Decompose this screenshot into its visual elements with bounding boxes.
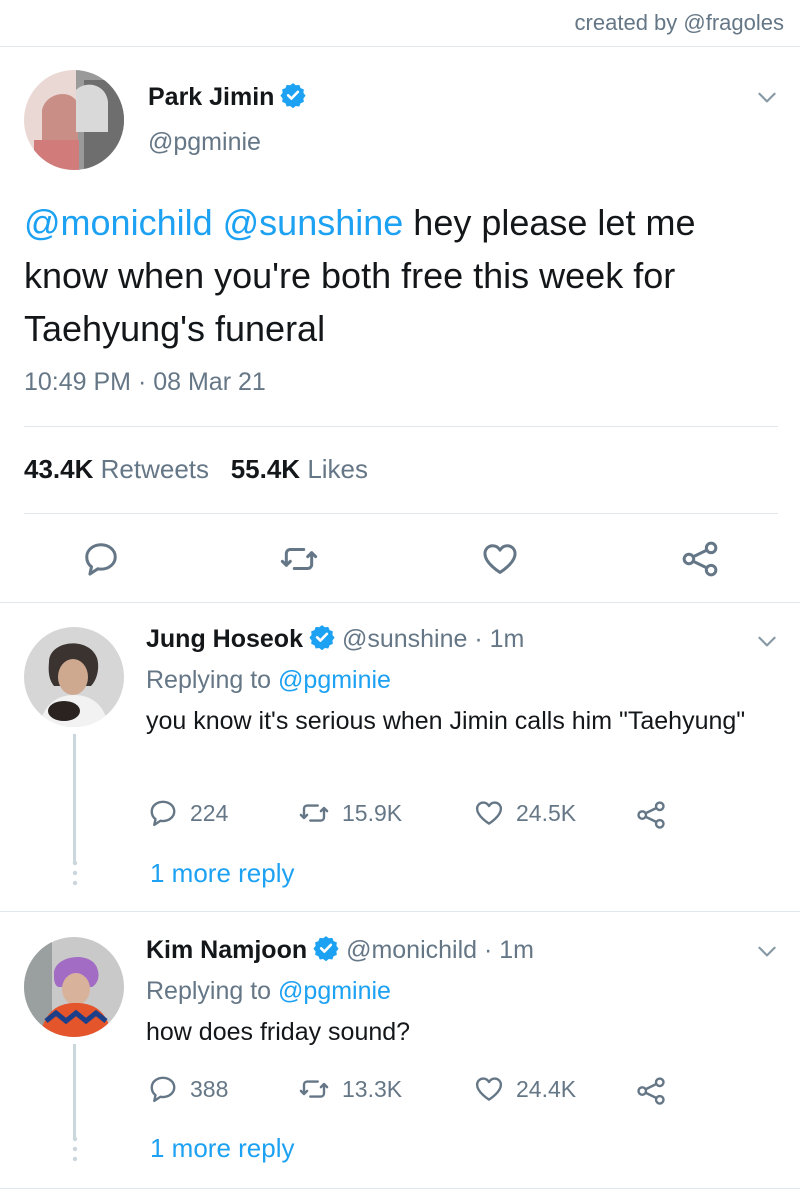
mention-link[interactable]: @monichild xyxy=(24,202,213,243)
reply-text: you know it's serious when Jimin calls h… xyxy=(146,707,746,735)
reply-text: how does friday sound? xyxy=(146,1018,411,1046)
retweets-label: Retweets xyxy=(100,454,210,484)
author-handle[interactable]: @pgminie xyxy=(148,128,261,157)
replying-label: Replying to xyxy=(146,977,272,1005)
tweet-stats: 43.4K Retweets 55.4K Likes xyxy=(24,454,368,485)
reply-icon[interactable] xyxy=(82,540,120,578)
more-replies-link[interactable]: 1 more reply xyxy=(150,1133,295,1164)
reply-count: 388 xyxy=(190,1075,229,1102)
creator-credit: created by @fragoles xyxy=(574,10,784,35)
reply-icon xyxy=(148,1074,178,1104)
author-name[interactable]: Kim Namjoon xyxy=(146,936,307,964)
separator-dot: · xyxy=(477,936,500,964)
tweet-text: @monichild @sunshine hey please let me k… xyxy=(24,196,764,355)
author-name[interactable]: Park Jimin xyxy=(148,82,306,112)
share-icon[interactable] xyxy=(636,800,666,830)
replying-label: Replying to xyxy=(146,666,272,694)
replying-to: Replying to @pgminie xyxy=(146,666,391,695)
retweet-action[interactable]: 13.3K xyxy=(298,1074,402,1104)
divider xyxy=(0,46,800,47)
retweet-count: 15.9K xyxy=(342,799,403,826)
tweet-timestamp[interactable]: 10:49 PM · 08 Mar 21 xyxy=(24,368,266,397)
mention-link[interactable]: @pgminie xyxy=(278,666,391,694)
divider xyxy=(0,911,800,912)
mention-link[interactable]: @sunshine xyxy=(223,202,404,243)
like-action[interactable]: 24.4K xyxy=(474,1074,576,1104)
thread-line xyxy=(73,734,76,862)
avatar[interactable] xyxy=(24,70,124,170)
reply-age[interactable]: 1m xyxy=(499,936,534,964)
chevron-down-icon[interactable] xyxy=(754,938,780,964)
mention-link[interactable]: @pgminie xyxy=(278,977,391,1005)
like-count: 24.4K xyxy=(516,1075,577,1102)
chevron-down-icon[interactable] xyxy=(754,84,780,110)
more-replies-link[interactable]: 1 more reply xyxy=(150,858,295,889)
reply-action[interactable]: 224 xyxy=(148,798,228,828)
author-handle[interactable]: @monichild xyxy=(346,936,477,964)
divider xyxy=(24,426,778,427)
author-handle[interactable]: @sunshine xyxy=(342,625,467,653)
thread-dots-icon xyxy=(72,860,78,886)
retweets-count: 43.4K xyxy=(24,454,94,484)
thread-line xyxy=(73,1044,76,1138)
like-count: 24.5K xyxy=(516,799,577,826)
like-action[interactable]: 24.5K xyxy=(474,798,576,828)
author-name-text: Park Jimin xyxy=(148,83,275,111)
divider xyxy=(0,1188,800,1189)
reply-age[interactable]: 1m xyxy=(490,625,525,653)
verified-badge-icon xyxy=(309,624,335,650)
share-icon[interactable] xyxy=(636,1076,666,1106)
like-icon xyxy=(474,1074,504,1104)
retweet-icon xyxy=(298,798,330,828)
reply-header: Kim Namjoon @monichild · 1m xyxy=(146,935,534,965)
thread-dots-icon xyxy=(72,1136,78,1162)
author-name[interactable]: Jung Hoseok xyxy=(146,625,303,653)
separator-dot: · xyxy=(467,625,490,653)
retweet-icon xyxy=(298,1074,330,1104)
retweet-count: 13.3K xyxy=(342,1075,403,1102)
verified-badge-icon xyxy=(313,935,339,961)
chevron-down-icon[interactable] xyxy=(754,628,780,654)
reply-count: 224 xyxy=(190,799,229,826)
share-icon[interactable] xyxy=(681,540,719,578)
likes-count: 55.4K xyxy=(230,454,301,484)
like-icon[interactable] xyxy=(481,540,519,578)
divider xyxy=(24,513,778,514)
like-icon xyxy=(474,798,504,828)
avatar[interactable] xyxy=(24,627,124,727)
reply-icon xyxy=(148,798,178,828)
retweet-icon[interactable] xyxy=(279,540,319,578)
verified-badge-icon xyxy=(280,82,306,108)
replying-to: Replying to @pgminie xyxy=(146,977,391,1006)
reply-action[interactable]: 388 xyxy=(148,1074,228,1104)
likes-stat[interactable]: 55.4K Likes xyxy=(231,454,368,484)
likes-label: Likes xyxy=(307,454,369,484)
avatar[interactable] xyxy=(24,937,124,1037)
divider xyxy=(0,602,800,603)
reply-header: Jung Hoseok @sunshine · 1m xyxy=(146,624,524,654)
retweets-stat[interactable]: 43.4K Retweets xyxy=(24,454,209,484)
retweet-action[interactable]: 15.9K xyxy=(298,798,402,828)
